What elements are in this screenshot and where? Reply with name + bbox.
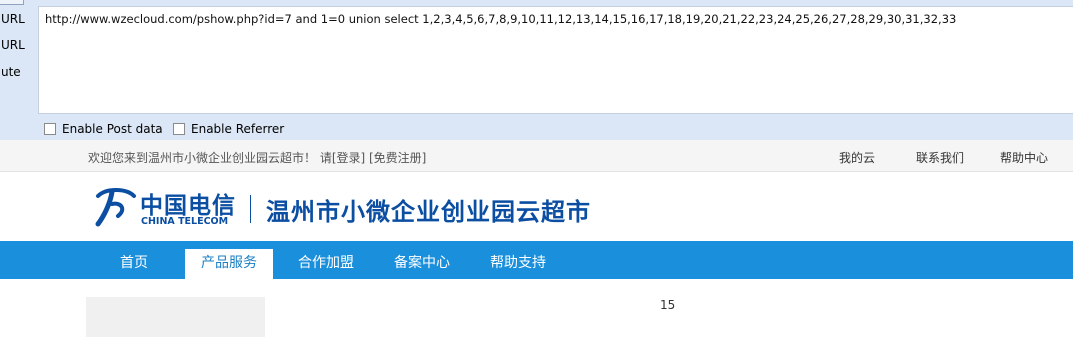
hackbar-stub-button[interactable] — [0, 0, 24, 5]
enable-post-checkbox[interactable] — [44, 123, 56, 135]
hackbar-panel: URL URL ute http://www.wzecloud.com/psho… — [0, 0, 1073, 140]
nav-icp-center[interactable]: 备案中心 — [394, 252, 450, 272]
logo-chinese-text: 中国电信 — [140, 192, 236, 219]
logo-english-text: CHINA TELECOM — [141, 216, 229, 227]
help-center-link[interactable]: 帮助中心 — [1000, 149, 1048, 166]
china-telecom-logo-icon — [95, 188, 136, 227]
site-top-strip: 欢迎您来到温州市小微企业创业园云超市！ 请[登录] [免费注册] 我的云 联系我… — [0, 140, 1073, 172]
split-url-button[interactable]: URL — [0, 35, 25, 55]
my-cloud-link[interactable]: 我的云 — [839, 149, 875, 166]
contact-us-link[interactable]: 联系我们 — [916, 149, 964, 166]
nav-help-support[interactable]: 帮助支持 — [490, 252, 546, 272]
injected-column-number: 15 — [660, 298, 676, 312]
side-category-card — [86, 297, 265, 337]
logo-divider — [250, 195, 251, 223]
nav-home[interactable]: 首页 — [120, 252, 148, 272]
enable-referrer-toggle[interactable]: Enable Referrer — [173, 121, 284, 137]
load-url-button[interactable]: URL — [0, 9, 25, 29]
welcome-text[interactable]: 欢迎您来到温州市小微企业创业园云超市！ 请[登录] [免费注册] — [88, 149, 426, 166]
site-title[interactable]: 温州市小微企业创业园云超市 — [266, 192, 591, 227]
enable-referrer-label: Enable Referrer — [191, 122, 285, 136]
url-textarea[interactable]: http://www.wzecloud.com/pshow.php?id=7 a… — [38, 6, 1073, 114]
execute-button[interactable]: ute — [0, 62, 24, 82]
nav-products[interactable]: 产品服务 — [185, 249, 273, 279]
enable-referrer-checkbox[interactable] — [173, 123, 185, 135]
enable-post-toggle[interactable]: Enable Post data — [44, 121, 163, 137]
enable-post-label: Enable Post data — [62, 122, 163, 136]
main-nav: 首页 产品服务 合作加盟 备案中心 帮助支持 — [0, 241, 1073, 279]
nav-partnership[interactable]: 合作加盟 — [298, 252, 354, 272]
